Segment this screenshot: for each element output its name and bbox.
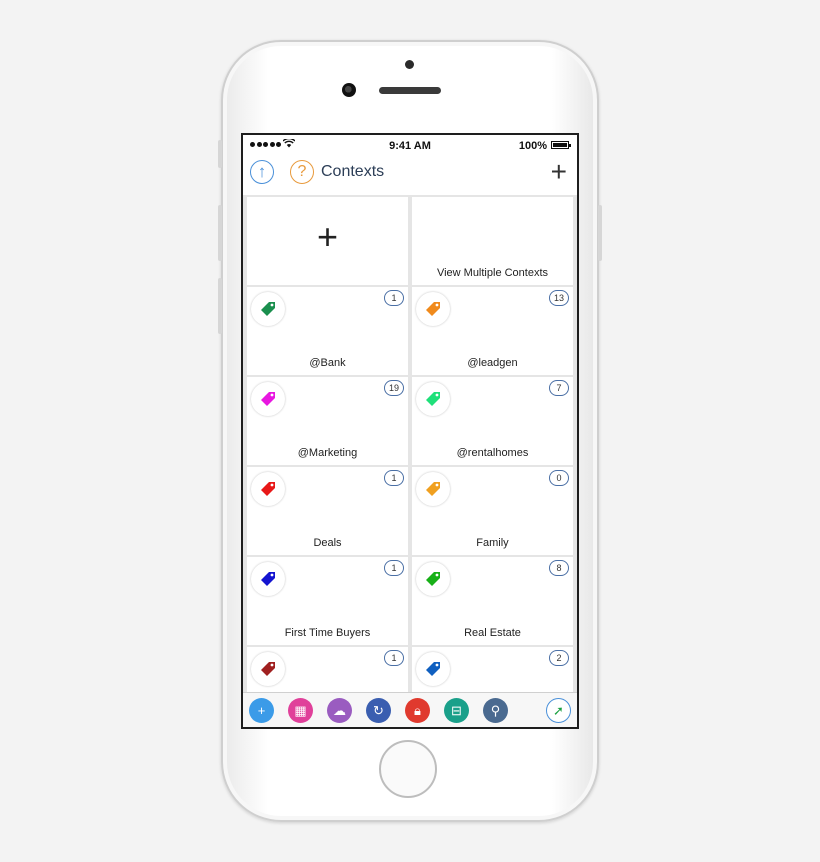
count-badge: 1 bbox=[384, 560, 404, 576]
refresh-icon[interactable]: ↻ bbox=[366, 698, 391, 723]
tag-icon bbox=[416, 382, 450, 416]
volume-down-button bbox=[218, 278, 222, 334]
context-label: Real Estate bbox=[464, 627, 521, 639]
page-title: Contexts bbox=[321, 163, 385, 180]
tag-icon bbox=[416, 652, 450, 686]
calendar-grid-icon[interactable]: ▦ bbox=[288, 698, 313, 723]
context-tile[interactable]: 19 @Marketing bbox=[247, 377, 408, 465]
add-context-button[interactable]: + bbox=[551, 158, 567, 186]
count-badge: 2 bbox=[549, 650, 569, 666]
count-badge: 1 bbox=[384, 290, 404, 306]
nav-bar: ↑ ? Contexts + bbox=[243, 157, 577, 195]
search-icon[interactable]: ⚲ bbox=[483, 698, 508, 723]
lock-icon[interactable]: 🔒︎ bbox=[405, 698, 430, 723]
tag-icon bbox=[251, 472, 285, 506]
context-label: @Marketing bbox=[297, 447, 358, 459]
battery-percentage: 100% bbox=[518, 140, 547, 152]
earpiece-speaker bbox=[379, 87, 441, 94]
count-badge: 1 bbox=[384, 650, 404, 666]
tag-icon bbox=[251, 562, 285, 596]
battery-icon bbox=[551, 141, 571, 149]
cart-icon[interactable]: ⊟ bbox=[444, 698, 469, 723]
context-tile[interactable]: 1 @Bank bbox=[247, 287, 408, 375]
tag-icon bbox=[251, 292, 285, 326]
context-tile[interactable]: 1 Deals bbox=[247, 467, 408, 555]
proximity-sensor bbox=[405, 60, 414, 69]
home-button[interactable] bbox=[379, 740, 437, 798]
context-label: First Time Buyers bbox=[284, 627, 371, 639]
app-screen: 9:41 AM 100% ↑ ? Contexts + + View Multi… bbox=[241, 133, 579, 729]
context-grid: + View Multiple Contexts 1 @Bank 13 @leadge… bbox=[243, 195, 577, 727]
count-badge: 8 bbox=[549, 560, 569, 576]
power-button bbox=[598, 205, 602, 261]
plus-icon: + bbox=[316, 216, 339, 257]
context-label: Family bbox=[476, 537, 509, 549]
view-multiple-label: View Multiple Contexts bbox=[436, 267, 549, 279]
tag-icon bbox=[251, 652, 285, 686]
count-badge: 19 bbox=[384, 380, 404, 396]
status-bar: 9:41 AM 100% bbox=[243, 135, 577, 157]
arrow-up-icon[interactable]: ↑ bbox=[250, 160, 274, 184]
tag-icon bbox=[251, 382, 285, 416]
count-badge: 7 bbox=[549, 380, 569, 396]
tag-icon bbox=[416, 472, 450, 506]
volume-up-button bbox=[218, 205, 222, 261]
compass-icon[interactable]: ➚ bbox=[546, 698, 571, 723]
context-tile[interactable]: 1 First Time Buyers bbox=[247, 557, 408, 645]
context-tile[interactable]: 8 Real Estate bbox=[412, 557, 573, 645]
context-label: @leadgen bbox=[467, 357, 518, 369]
context-label: Deals bbox=[313, 537, 342, 549]
question-icon[interactable]: ? bbox=[290, 160, 314, 184]
tag-icon bbox=[416, 562, 450, 596]
context-label: @rentalhomes bbox=[456, 447, 529, 459]
context-tile[interactable]: 0 Family bbox=[412, 467, 573, 555]
add-icon[interactable]: + bbox=[249, 698, 274, 723]
view-multiple-contexts-tile[interactable]: View Multiple Contexts bbox=[412, 197, 573, 285]
context-tile[interactable]: 13 @leadgen bbox=[412, 287, 573, 375]
tag-icon bbox=[416, 292, 450, 326]
bottom-toolbar: + ▦ ☁ ↻ 🔒︎ ⊟ ⚲ ➚ bbox=[243, 692, 577, 727]
context-label: @Bank bbox=[309, 357, 346, 369]
count-badge: 0 bbox=[549, 470, 569, 486]
count-badge: 13 bbox=[549, 290, 569, 306]
front-camera bbox=[342, 83, 356, 97]
count-badge: 1 bbox=[384, 470, 404, 486]
context-tile[interactable]: 7 @rentalhomes bbox=[412, 377, 573, 465]
cloud-sync-icon[interactable]: ☁ bbox=[327, 698, 352, 723]
add-context-tile[interactable]: + bbox=[247, 197, 408, 285]
mute-switch bbox=[218, 140, 222, 168]
